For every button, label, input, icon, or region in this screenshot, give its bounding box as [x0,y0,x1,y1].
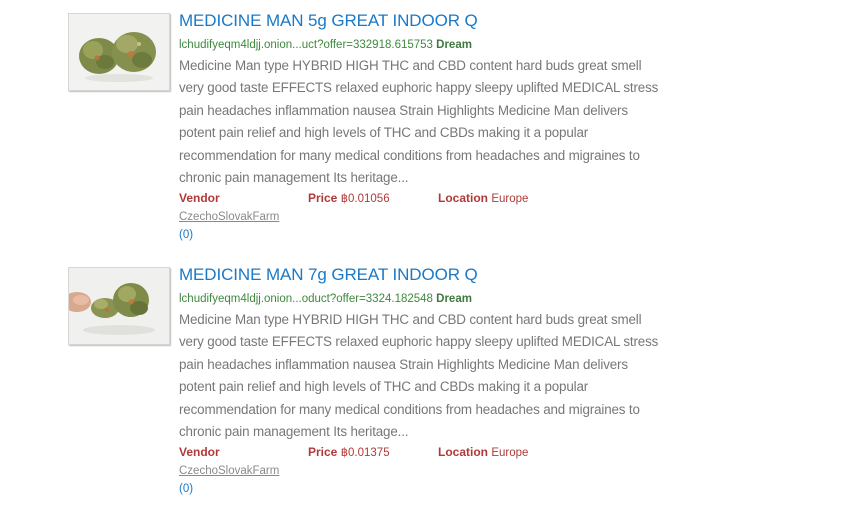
vendor-meta: Vendor [179,189,220,207]
product-thumbnail[interactable] [68,13,170,91]
vendor-label: Vendor [179,445,220,460]
result-url[interactable]: lchudifyeqm4ldjj.onion...uct?offer=33291… [179,39,433,51]
vendor-label: Vendor [179,191,220,206]
price-value: ฿0.01056 [340,193,390,206]
vendor-name-link[interactable]: CzechoSlovakFarm [179,208,669,226]
result-description: Medicine Man type HYBRID HIGH THC and CB… [179,58,659,186]
result-url-line: lchudifyeqm4ldjj.onion...uct?offer=33291… [179,37,669,53]
feedback-count-link[interactable]: (0) [179,480,669,498]
result-description: Medicine Man type HYBRID HIGH THC and CB… [179,312,659,440]
vendor-name-link[interactable]: CzechoSlovakFarm [179,462,669,480]
price-label: Price [308,445,338,460]
location-label: Location [438,191,488,206]
result-url-line: lchudifyeqm4ldjj.onion...oduct?offer=332… [179,291,669,307]
result-title-link[interactable]: MEDICINE MAN 5g GREAT INDOOR Q [179,10,669,32]
result-url[interactable]: lchudifyeqm4ldjj.onion...oduct?offer=332… [179,293,433,305]
result-content: MEDICINE MAN 5g GREAT INDOOR Q lchudifye… [179,10,669,244]
vendor-meta: Vendor [179,443,220,461]
price-meta: Price ฿0.01375 [308,443,390,462]
location-value: Europe [491,193,529,206]
result-content: MEDICINE MAN 7g GREAT INDOOR Q lchudifye… [179,264,669,498]
cannabis-bud-photo-icon [69,14,169,90]
cannabis-bud-in-hand-photo-icon [69,268,169,344]
product-thumbnail[interactable] [68,267,170,345]
result-title-link[interactable]: MEDICINE MAN 7g GREAT INDOOR Q [179,264,669,286]
result-meta-row: Vendor Price ฿0.01056 Location Europe [179,189,669,207]
feedback-count-link[interactable]: (0) [179,226,669,244]
location-meta: Location Europe [438,443,528,462]
location-value: Europe [491,447,529,460]
market-name: Dream [436,293,472,305]
price-meta: Price ฿0.01056 [308,189,390,208]
price-value: ฿0.01375 [340,447,390,460]
price-label: Price [308,191,338,206]
result-meta-row: Vendor Price ฿0.01375 Location Europe [179,443,669,461]
market-name: Dream [436,39,472,51]
location-label: Location [438,445,488,460]
location-meta: Location Europe [438,189,528,208]
